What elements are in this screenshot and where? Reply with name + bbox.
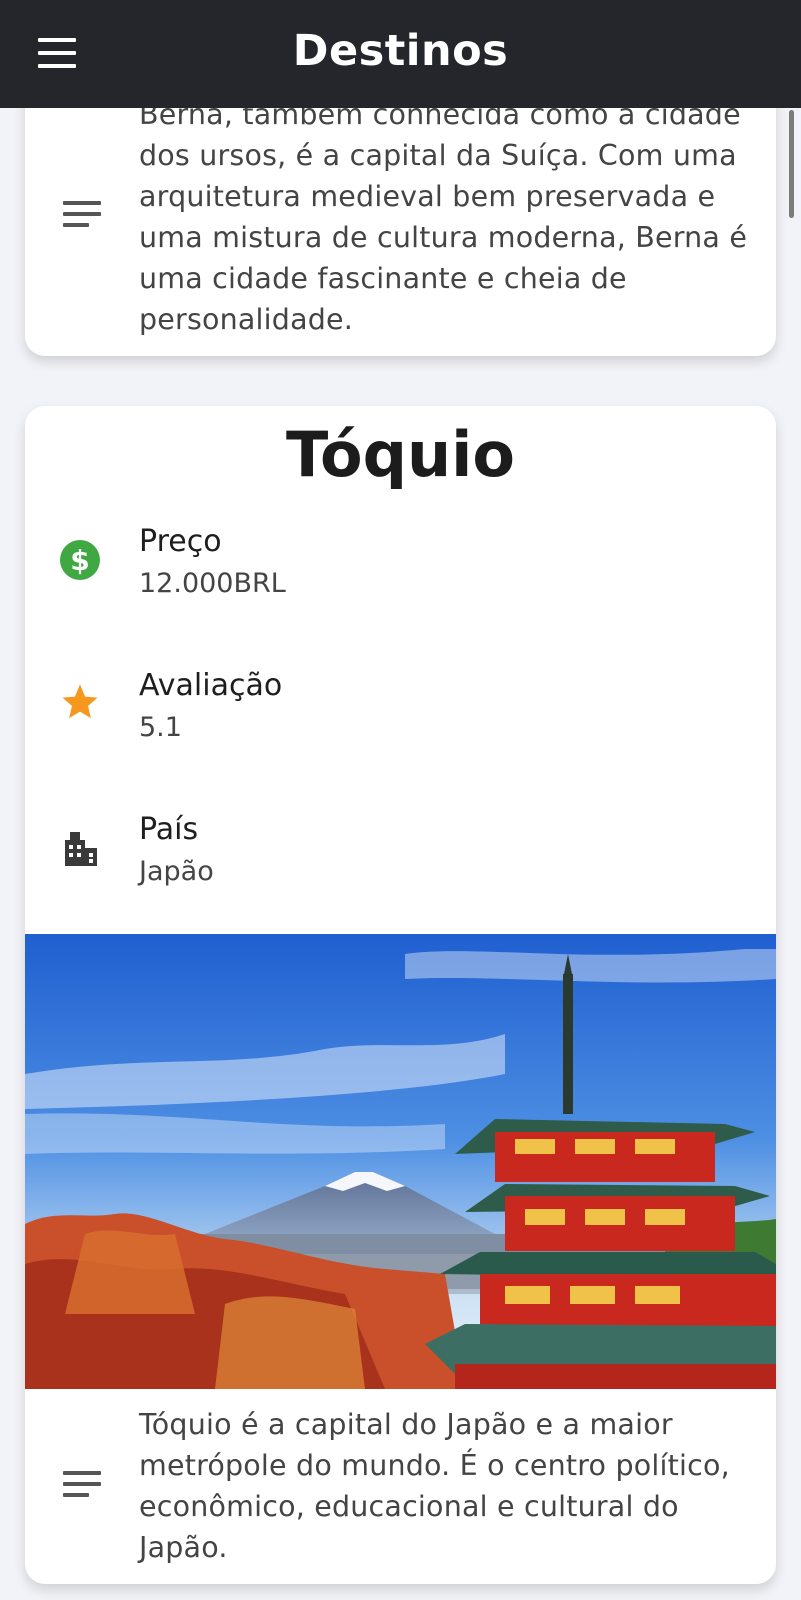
notes-icon <box>63 1471 101 1499</box>
landscape-photo <box>25 934 776 1389</box>
rating-label: Avaliação <box>139 668 283 703</box>
svg-text:$: $ <box>70 544 89 577</box>
destination-title: Tóquio <box>285 418 516 491</box>
country-row: País Japão <box>25 812 776 932</box>
description-text: Berna, também conhecida como a cidade do… <box>139 98 748 336</box>
description-text: Tóquio é a capital do Japão e a maior me… <box>139 1408 730 1564</box>
rating-value: 5.1 <box>139 712 182 743</box>
price-row: $ Preço 12.000BRL <box>25 524 776 644</box>
page-title: Destinos <box>292 26 509 76</box>
price-label: Preço <box>139 524 222 559</box>
dollar-circle-icon: $ <box>60 540 100 580</box>
country-value: Japão <box>139 856 214 887</box>
star-icon <box>62 684 98 719</box>
notes-icon <box>63 201 101 229</box>
city-icon <box>65 832 97 866</box>
rating-row: Avaliação 5.1 <box>25 668 776 788</box>
scrollbar[interactable] <box>789 110 794 218</box>
price-value: 12.000BRL <box>139 568 286 599</box>
app-bar: Destinos <box>0 0 801 108</box>
country-label: País <box>139 812 199 847</box>
destination-card-tokyo[interactable]: Tóquio $ Preço 12.000BRL Avaliação 5.1 P… <box>25 406 776 1584</box>
